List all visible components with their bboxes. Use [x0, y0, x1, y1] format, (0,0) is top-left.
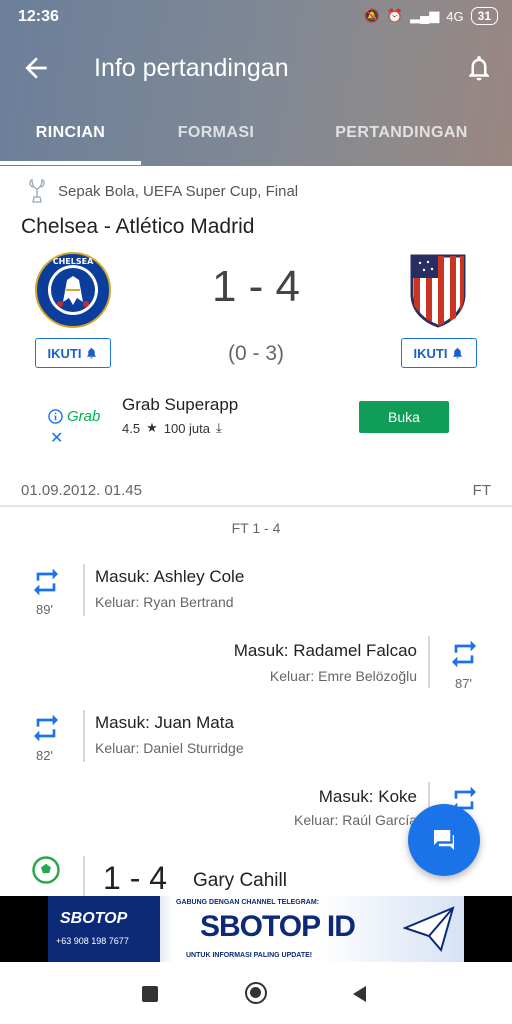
alarm-icon: ⏰	[386, 8, 404, 23]
ad-banner[interactable]: Grab ✕ Grab Superapp 4.5 ★ 100 juta ⤓ Bu…	[48, 390, 468, 450]
tab-pertandingan[interactable]: PERTANDINGAN	[291, 104, 512, 166]
event-minute: 89'	[36, 602, 53, 617]
sub-in-label: Masuk: Radamel Falcao	[233, 641, 417, 660]
back-arrow-icon[interactable]	[20, 52, 52, 84]
sub-in-label: Masuk: Juan Mata	[95, 713, 234, 732]
event-divider	[83, 710, 85, 762]
match-date: 01.09.2012. 01.45	[21, 482, 142, 499]
divider	[0, 505, 512, 507]
substitution-event: Masuk: Radamel Falcao Keluar: Emre Belöz…	[0, 636, 512, 696]
match-status: FT	[472, 482, 491, 499]
status-time: 12:36	[18, 8, 59, 25]
sub-out-label: Keluar: Raúl García	[294, 812, 417, 828]
tab-rincian[interactable]: RINCIAN	[0, 104, 141, 166]
status-bar: 12:36 🔕 ⏰ ▂▄▆ 4G 31	[0, 0, 512, 34]
star-icon: ★	[146, 420, 158, 435]
tab-formasi[interactable]: FORMASI	[141, 104, 291, 166]
goal-score: 1 - 4	[103, 860, 168, 896]
bottom-banner-ad[interactable]: SBOTOP +63 908 198 7677 GABUNG DENGAN CH…	[0, 896, 512, 962]
event-divider	[83, 564, 85, 616]
bell-icon[interactable]	[464, 52, 494, 84]
tab-indicator	[0, 161, 141, 165]
bell-small-icon	[87, 347, 97, 359]
substitution-icon	[34, 714, 58, 742]
substitution-icon	[34, 568, 58, 596]
home-icon[interactable]	[245, 982, 267, 1004]
substitution-icon	[452, 640, 476, 668]
mute-icon: 🔕	[363, 8, 380, 23]
status-icons: 🔕 ⏰ ▂▄▆ 4G 31	[364, 7, 498, 25]
chat-icon	[434, 830, 454, 850]
battery-icon: 31	[470, 7, 498, 25]
match-title: Chelsea - Atlético Madrid	[21, 215, 255, 238]
match-date-row: 01.09.2012. 01.45 FT	[21, 482, 491, 499]
follow-home-label: IKUTI	[47, 345, 82, 361]
follow-home-button[interactable]: IKUTI	[35, 338, 111, 368]
paper-plane-icon	[403, 906, 455, 952]
sub-in-label: Masuk: Ashley Cole	[95, 567, 245, 586]
banner-main-text: SBOTOP ID	[200, 910, 356, 943]
info-icon[interactable]	[48, 409, 63, 424]
sub-in-label: Masuk: Koke	[318, 787, 417, 806]
banner-top-text: GABUNG DENGAN CHANNEL TELEGRAM:	[176, 899, 319, 906]
bell-small-icon	[453, 347, 463, 359]
score: 1 - 4	[211, 262, 301, 311]
event-minute: 87'	[455, 676, 472, 691]
substitution-event: 89' Masuk: Ashley Cole Keluar: Ryan Bert…	[0, 562, 512, 622]
tab-bar: RINCIAN FORMASI PERTANDINGAN	[0, 104, 512, 166]
follow-away-button[interactable]: IKUTI	[401, 338, 477, 368]
ad-rating: 4.5	[122, 420, 141, 436]
ad-open-button[interactable]: Buka	[359, 401, 449, 433]
competition-label: Sepak Bola, UEFA Super Cup, Final	[58, 182, 299, 200]
close-icon[interactable]: ✕	[50, 428, 63, 448]
ad-subtitle: 4.5 ★ 100 juta ⤓	[122, 420, 222, 436]
system-nav-bar	[0, 962, 512, 1024]
network-label: 4G	[446, 8, 464, 24]
grab-logo: Grab	[48, 408, 100, 425]
atletico-crest-icon[interactable]	[398, 250, 478, 330]
halftime-score: (0 - 3)	[227, 342, 284, 365]
ad-title: Grab Superapp	[122, 395, 239, 414]
banner-brand: SBOTOP	[60, 910, 128, 927]
app-header: 12:36 🔕 ⏰ ▂▄▆ 4G 31 Info pertandingan RI…	[0, 0, 512, 166]
banner-content: SBOTOP +63 908 198 7677 GABUNG DENGAN CH…	[48, 896, 464, 962]
screen: 12:36 🔕 ⏰ ▂▄▆ 4G 31 Info pertandingan RI…	[0, 0, 512, 1024]
trophy-icon	[29, 178, 45, 203]
chat-fab-button[interactable]	[408, 804, 480, 876]
substitution-event: 82' Masuk: Juan Mata Keluar: Daniel Stur…	[0, 708, 512, 768]
event-divider	[83, 856, 85, 896]
toolbar: Info pertandingan	[0, 34, 512, 104]
event-divider	[428, 636, 430, 688]
banner-bottom-text: UNTUK INFORMASI PALING UPDATE!	[186, 952, 313, 959]
sub-out-label: Keluar: Daniel Sturridge	[95, 740, 244, 756]
banner-phone: +63 908 198 7677	[56, 936, 129, 946]
svg-text:CHELSEA: CHELSEA	[53, 257, 94, 266]
signal-icon: ▂▄▆	[410, 8, 440, 23]
recent-apps-icon[interactable]	[142, 986, 158, 1002]
grab-brand: Grab	[67, 408, 101, 425]
chelsea-crest-icon[interactable]: CHELSEA	[33, 250, 113, 330]
back-nav-icon[interactable]	[350, 984, 368, 1004]
goal-player: Gary Cahill	[193, 870, 287, 891]
download-icon: ⤓	[216, 420, 222, 435]
sub-out-label: Keluar: Ryan Bertrand	[95, 594, 234, 610]
sub-out-label: Keluar: Emre Belözoğlu	[269, 668, 417, 684]
ad-installs: 100 juta	[163, 420, 210, 436]
banner-brand-box: SBOTOP +63 908 198 7677	[48, 896, 160, 962]
follow-away-label: IKUTI	[413, 345, 448, 361]
competition-row: Sepak Bola, UEFA Super Cup, Final	[28, 178, 298, 204]
page-title: Info pertandingan	[94, 54, 289, 82]
goal-ball-icon	[32, 856, 60, 884]
event-minute: 82'	[36, 748, 53, 763]
timeline-ft-label: FT 1 - 4	[231, 520, 281, 536]
